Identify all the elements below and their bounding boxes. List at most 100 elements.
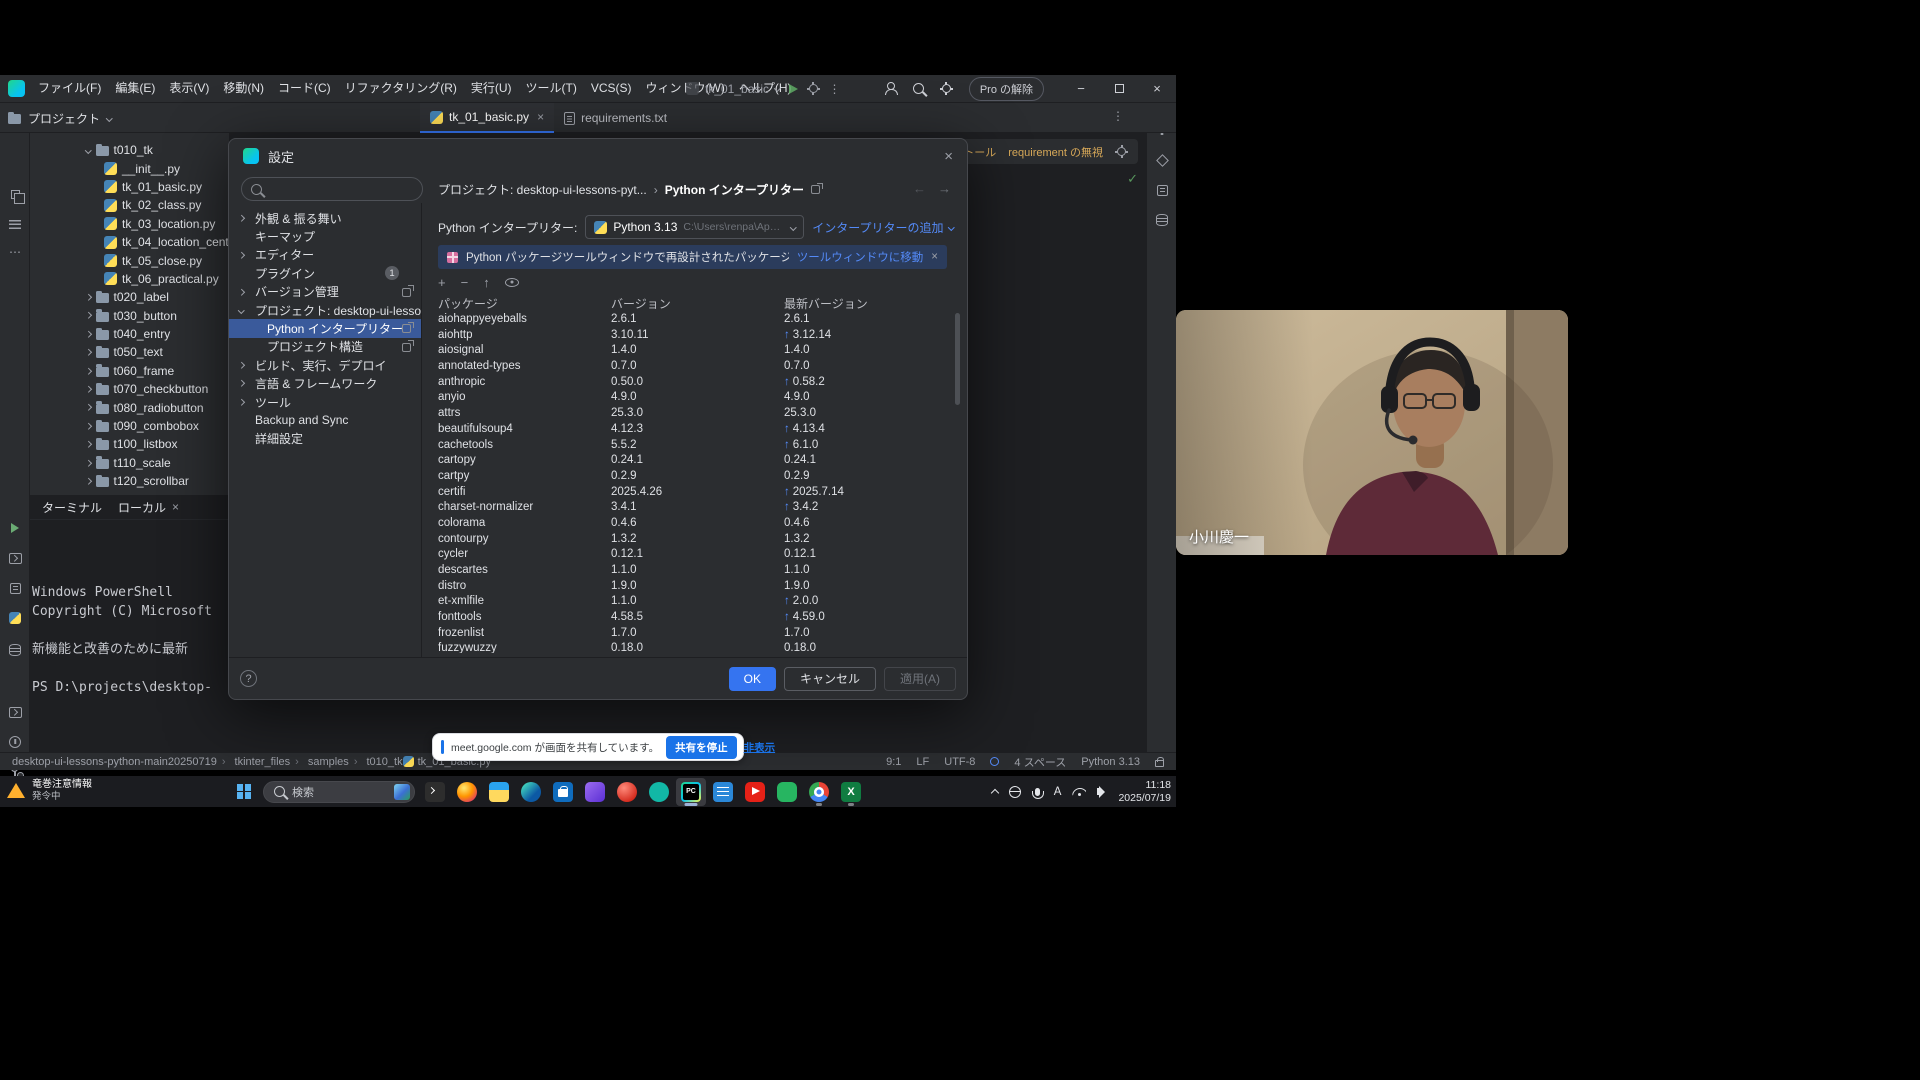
package-row[interactable]: charset-normalizer 3.4.1 ↑3.4.2 [422,501,967,517]
taskbar-search[interactable]: 検索 [263,781,415,803]
settings-nav-item[interactable]: プロジェクト構造 [229,338,421,356]
settings-nav-item[interactable]: エディター [229,246,421,264]
tree-item[interactable]: t080_radiobutton [30,398,229,416]
indicator-icon[interactable] [990,757,999,766]
ai-assistant-icon[interactable] [1147,149,1177,171]
maximize-button[interactable] [1100,75,1138,102]
taskbar-app-icon[interactable] [740,778,770,806]
package-row[interactable]: beautifulsoup4 4.12.3 ↑4.13.4 [422,423,967,439]
inspection-ok-icon[interactable]: ✓ [1127,171,1138,187]
package-scrollbar[interactable] [955,313,960,405]
package-row[interactable]: aiosignal 1.4.0 1.4.0 [422,344,967,360]
uninstall-package-icon[interactable]: − [461,275,469,290]
terminal-output[interactable]: Windows PowerShellCopyright (C) Microsof… [30,520,230,697]
weather-widget[interactable]: 竜巻注意情報 発令中 [7,779,92,802]
package-row[interactable]: contourpy 1.3.2 1.3.2 [422,533,967,549]
package-row[interactable]: cachetools 5.5.2 ↑6.1.0 [422,439,967,455]
minimize-button[interactable]: − [1062,75,1100,102]
go-to-tool-window-link[interactable]: ツールウィンドウに移動 [797,249,924,265]
more-tool-windows-icon[interactable]: ⋯ [0,241,30,263]
taskbar-app-icon[interactable] [420,778,450,806]
back-icon[interactable]: ← [913,181,926,196]
package-row[interactable]: cartpy 0.2.9 0.2.9 [422,470,967,486]
tray-overflow-icon[interactable] [991,789,999,797]
dismiss-banner-icon[interactable]: × [931,251,938,263]
external-link-icon[interactable] [402,343,411,352]
nav-chevron-icon[interactable] [238,399,244,405]
package-row[interactable]: descartes 1.1.0 1.1.0 [422,564,967,580]
settings-nav-item[interactable]: Backup and Sync [229,411,421,429]
nav-chevron-icon[interactable] [238,215,244,221]
package-row[interactable]: aiohappyeyeballs 2.6.1 2.6.1 [422,313,967,329]
menu-item[interactable]: ファイル(F) [31,75,108,102]
database-tool-icon[interactable] [1147,209,1177,231]
encoding[interactable]: UTF-8 [944,756,975,768]
menu-item[interactable]: VCS(S) [584,75,639,102]
taskbar-app-icon[interactable] [676,778,706,806]
settings-nav-item[interactable]: プラグイン 1 [229,264,421,282]
mic-icon[interactable] [1035,788,1040,796]
interpreter-select[interactable]: Python 3.13 C:\Users\renpa\AppData\Local… [585,215,804,239]
tree-chevron-icon[interactable] [85,423,91,429]
menu-item[interactable]: リファクタリング(R) [338,75,464,102]
webcam-tile[interactable]: 小川慶一 [1176,310,1568,555]
tree-chevron-icon[interactable] [85,294,91,300]
external-link-icon[interactable] [402,288,411,297]
package-row[interactable]: certifi 2025.4.26 ↑2025.7.14 [422,486,967,502]
taskbar-app-icon[interactable] [452,778,482,806]
license-button[interactable]: Pro の解除 [969,77,1044,101]
tree-item[interactable]: t100_listbox [30,435,229,453]
database-icon[interactable] [0,639,30,661]
dialog-header[interactable]: 設定 × [229,139,967,173]
tree-item[interactable]: t010_tk [30,141,229,159]
commit-icon[interactable] [0,183,30,205]
tree-chevron-icon[interactable] [85,368,91,374]
volume-icon[interactable] [1097,788,1101,795]
run-config-selector[interactable]: tk_01_basic [686,82,780,96]
tree-chevron-icon[interactable] [85,478,91,484]
cancel-button[interactable]: キャンセル [784,667,876,691]
tree-item[interactable]: tk_06_practical.py [30,270,229,288]
package-row[interactable]: fuzzywuzzy 0.18.0 0.18.0 [422,642,967,653]
taskbar-app-icon[interactable] [804,778,834,806]
tree-item[interactable]: tk_01_basic.py [30,178,229,196]
tree-item[interactable]: t050_text [30,343,229,361]
package-row[interactable]: cartopy 0.24.1 0.24.1 [422,454,967,470]
external-link-icon[interactable] [811,185,820,194]
menu-item[interactable]: ツール(T) [519,75,584,102]
tree-chevron-icon[interactable] [85,386,91,392]
menu-item[interactable]: 移動(N) [216,75,271,102]
settings-nav-item[interactable]: キーマップ [229,227,421,245]
menu-item[interactable]: コード(C) [271,75,338,102]
settings-nav-item[interactable]: ビルド、実行、デプロイ [229,356,421,374]
project-tool-header[interactable]: プロジェクト [8,103,112,133]
editor-tab[interactable]: tk_01_basic.py × [420,103,554,133]
package-row[interactable]: distro 1.9.0 1.9.0 [422,580,967,596]
run-options-gear-icon[interactable] [807,82,820,95]
col-version[interactable]: バージョン [611,295,671,312]
run-button[interactable] [789,84,798,94]
nav-chevron-icon[interactable] [238,307,244,313]
tree-item[interactable]: t040_entry [30,325,229,343]
python-console-icon[interactable] [0,547,30,569]
services-icon[interactable] [0,577,30,599]
taskbar-app-icon[interactable] [548,778,578,806]
breadcrumb-parent[interactable]: プロジェクト: desktop-ui-lessons-pyt... [438,181,647,198]
tree-chevron-icon[interactable] [85,441,91,447]
indent-style[interactable]: 4 スペース [1014,754,1066,770]
terminal-title[interactable]: ターミナル [42,499,102,516]
interpreter-widget[interactable]: Python 3.13 [1081,756,1140,768]
package-row[interactable]: aiohttp 3.10.11 ↑3.12.14 [422,329,967,345]
taskbar-app-icon[interactable] [772,778,802,806]
tree-item[interactable]: t070_checkbutton [30,380,229,398]
package-row[interactable]: frozenlist 1.7.0 1.7.0 [422,627,967,643]
taskbar-app-icon[interactable] [836,778,866,806]
show-early-releases-icon[interactable] [505,278,519,287]
tree-item[interactable]: tk_03_location.py [30,215,229,233]
terminal-tab[interactable]: ローカル × [118,499,179,516]
tree-item[interactable]: tk_05_close.py [30,251,229,269]
cursor-position[interactable]: 9:1 [886,756,901,768]
settings-search-input[interactable] [241,177,423,201]
tree-item[interactable]: t120_scrollbar [30,472,229,490]
tree-item[interactable]: t030_button [30,307,229,325]
